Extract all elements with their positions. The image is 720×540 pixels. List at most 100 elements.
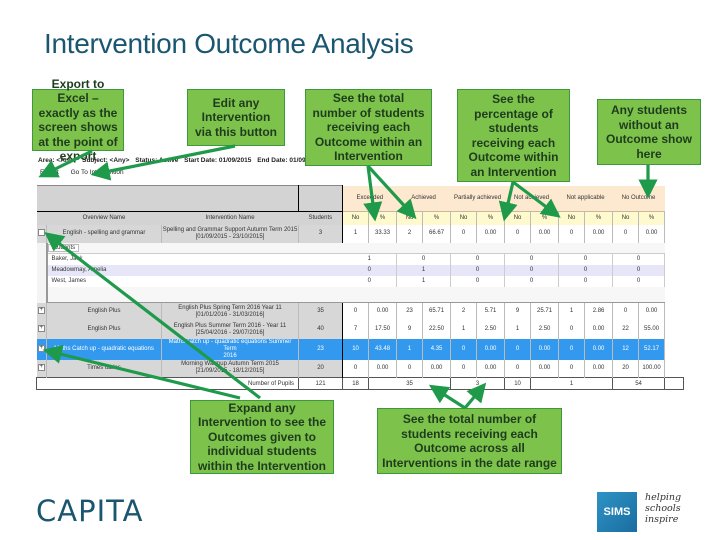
outcome-header-achieved: Achieved bbox=[396, 185, 451, 212]
filter-status: Status: Active bbox=[135, 157, 179, 164]
subheader-pct: % bbox=[530, 211, 560, 225]
outcome-percent-cell: 0.00 bbox=[584, 224, 614, 243]
intervention-name-cell[interactable]: Spelling and Grammar Support Autumn Term… bbox=[161, 224, 300, 243]
intervention-row[interactable]: + Times tables Morning Warmup Autumn Term … bbox=[36, 359, 684, 378]
outcome-percent-cell: 0.00 bbox=[422, 359, 452, 378]
outcome-percent-cell: 25.71 bbox=[530, 302, 560, 321]
outcome-percent-cell: 66.67 bbox=[422, 224, 452, 243]
intervention-name-cell[interactable]: English Plus Summer Term 2016 - Year 11[… bbox=[161, 320, 300, 339]
outcome-count-cell: 1 bbox=[396, 338, 424, 360]
outcome-percent-cell: 0.00 bbox=[368, 359, 398, 378]
outcome-count-cell: 0 bbox=[558, 320, 586, 339]
outcome-count-cell: 2 bbox=[396, 224, 424, 243]
outcome-percent-cell: 0.00 bbox=[476, 224, 506, 243]
callout-total-per-intervention: See the total number of students receivi… bbox=[305, 89, 432, 166]
overview-name-cell: Times tables bbox=[46, 359, 162, 378]
column-header-students[interactable]: Students bbox=[298, 211, 344, 225]
total-not-achieved: 10 bbox=[504, 377, 532, 390]
students-count-cell: 35 bbox=[298, 302, 344, 321]
outcome-percent-cell: 0.00 bbox=[368, 302, 398, 321]
intervention-name-cell[interactable]: English Plus Spring Term 2016 Year 11 [01… bbox=[161, 302, 300, 321]
outcome-percent-cell: 0.00 bbox=[584, 359, 614, 378]
intervention-row[interactable]: + English Plus English Plus Summer Term 20… bbox=[36, 320, 684, 339]
outcome-count-cell: 0 bbox=[450, 338, 478, 360]
students-tab[interactable]: Students bbox=[48, 243, 80, 252]
outcome-count-cell: 0 bbox=[450, 359, 478, 378]
outcome-percent-cell: 17.50 bbox=[368, 320, 398, 339]
outcome-percent-cell: 4.35 bbox=[422, 338, 452, 360]
outcome-group-header-row: Exceeded Achieved Partially achieved Not… bbox=[36, 185, 684, 212]
overview-name-cell: English Plus bbox=[46, 320, 162, 339]
intervention-name-cell[interactable]: Maths catch up - quadratic equations Sum… bbox=[161, 338, 300, 360]
student-row[interactable]: Baker, Jack 1 0 0 0 0 0 bbox=[36, 253, 684, 265]
outcome-percent-cell: 0.00 bbox=[584, 320, 614, 339]
expand-toggle[interactable]: + bbox=[36, 302, 47, 321]
subheader-pct: % bbox=[584, 211, 614, 225]
student-name: Baker, Jack bbox=[45, 253, 343, 265]
expand-icon[interactable]: + bbox=[37, 344, 45, 352]
outcome-count-cell: 23 bbox=[396, 302, 424, 321]
totals-students: 121 bbox=[298, 377, 344, 390]
intervention-row[interactable]: + Maths Catch up - quadratic equations Mat… bbox=[36, 338, 684, 360]
expand-toggle[interactable] bbox=[36, 224, 47, 243]
subheader-no: No bbox=[612, 211, 640, 225]
outcome-percent-cell: 2.50 bbox=[530, 320, 560, 339]
expand-toggle[interactable]: + bbox=[36, 359, 47, 378]
capita-logo: CAPITA bbox=[36, 494, 144, 528]
student-outcome-cell: 1 bbox=[342, 253, 398, 265]
outcome-count-cell: 7 bbox=[342, 320, 370, 339]
outcome-count-cell: 0 bbox=[612, 224, 640, 243]
student-outcome-cell: 0 bbox=[450, 275, 506, 287]
expand-toggle[interactable]: + bbox=[36, 338, 47, 360]
expand-icon[interactable]: + bbox=[37, 307, 45, 315]
outcome-count-cell: 10 bbox=[342, 338, 370, 360]
outcome-percent-cell: 52.17 bbox=[638, 338, 666, 360]
student-outcome-cell: 0 bbox=[450, 264, 506, 276]
intervention-row[interactable]: + English Plus English Plus Spring Term 20… bbox=[36, 302, 684, 321]
column-header-overview-name[interactable]: Overview Name bbox=[46, 211, 162, 225]
totals-row: Number of Pupils 121 18 35 3 10 1 54 bbox=[35, 377, 684, 390]
sims-logo: SIMS bbox=[597, 492, 637, 532]
outcome-count-cell: 9 bbox=[504, 302, 532, 321]
outcome-percent-cell: 55.00 bbox=[638, 320, 666, 339]
outcome-percent-cell: 0.00 bbox=[530, 224, 560, 243]
expand-icon[interactable]: + bbox=[37, 364, 45, 372]
outcome-percent-cell: 0.00 bbox=[530, 359, 560, 378]
outcome-percent-cell: 33.33 bbox=[368, 224, 398, 243]
outcome-header-partially-achieved: Partially achieved bbox=[450, 185, 505, 212]
student-outcome-cell: 0 bbox=[558, 253, 614, 265]
go-to-intervention-button[interactable]: Go To Intervention bbox=[71, 169, 124, 176]
student-outcome-cell: 1 bbox=[396, 264, 452, 276]
outcome-count-cell: 0 bbox=[558, 224, 586, 243]
subheader-no: No bbox=[396, 211, 424, 225]
subheader-no: No bbox=[558, 211, 586, 225]
outcome-percent-cell: 22.50 bbox=[422, 320, 452, 339]
student-row[interactable]: West, James 0 1 0 0 0 0 bbox=[36, 275, 684, 287]
intervention-row[interactable]: English - spelling and grammar Spelling a… bbox=[36, 224, 684, 243]
students-count-cell: 23 bbox=[298, 338, 344, 360]
expand-toggle[interactable]: + bbox=[36, 320, 47, 339]
subheader-pct: % bbox=[368, 211, 398, 225]
outcome-header-not-achieved: Not achieved bbox=[504, 185, 559, 212]
expand-icon[interactable]: + bbox=[37, 325, 45, 333]
subheader-pct: % bbox=[638, 211, 666, 225]
outcome-percent-cell: 2.50 bbox=[476, 320, 506, 339]
intervention-outcome-grid-screen: Area: <Any> Subject: <Any> Status: Activ… bbox=[35, 155, 686, 401]
outcome-header-exceeded: Exceeded bbox=[342, 185, 397, 212]
outcome-count-cell: 0 bbox=[504, 338, 532, 360]
student-outcome-cell: 0 bbox=[558, 275, 614, 287]
collapse-icon[interactable] bbox=[37, 229, 45, 237]
outcome-count-cell: 0 bbox=[396, 359, 424, 378]
filter-start-date: Start Date: 01/09/2015 bbox=[184, 157, 252, 164]
student-row[interactable]: Meadowmay, Amelia 0 1 0 0 0 0 bbox=[36, 264, 684, 276]
outcome-count-cell: 1 bbox=[504, 320, 532, 339]
callout-edit-intervention: Edit any Intervention via this button bbox=[187, 89, 285, 146]
outcome-count-cell: 0 bbox=[504, 224, 532, 243]
column-header-intervention-name[interactable]: Intervention Name bbox=[161, 211, 299, 225]
student-outcome-cell: 0 bbox=[504, 275, 560, 287]
intervention-name-cell[interactable]: Morning Warmup Autumn Term 2015 [21/09/20… bbox=[161, 359, 300, 378]
total-not-applicable: 1 bbox=[530, 377, 614, 390]
outcome-percent-cell: 0.00 bbox=[638, 302, 666, 321]
callout-percentage: See the percentage of students receiving… bbox=[457, 89, 570, 182]
export-button[interactable]: Export bbox=[40, 169, 59, 176]
